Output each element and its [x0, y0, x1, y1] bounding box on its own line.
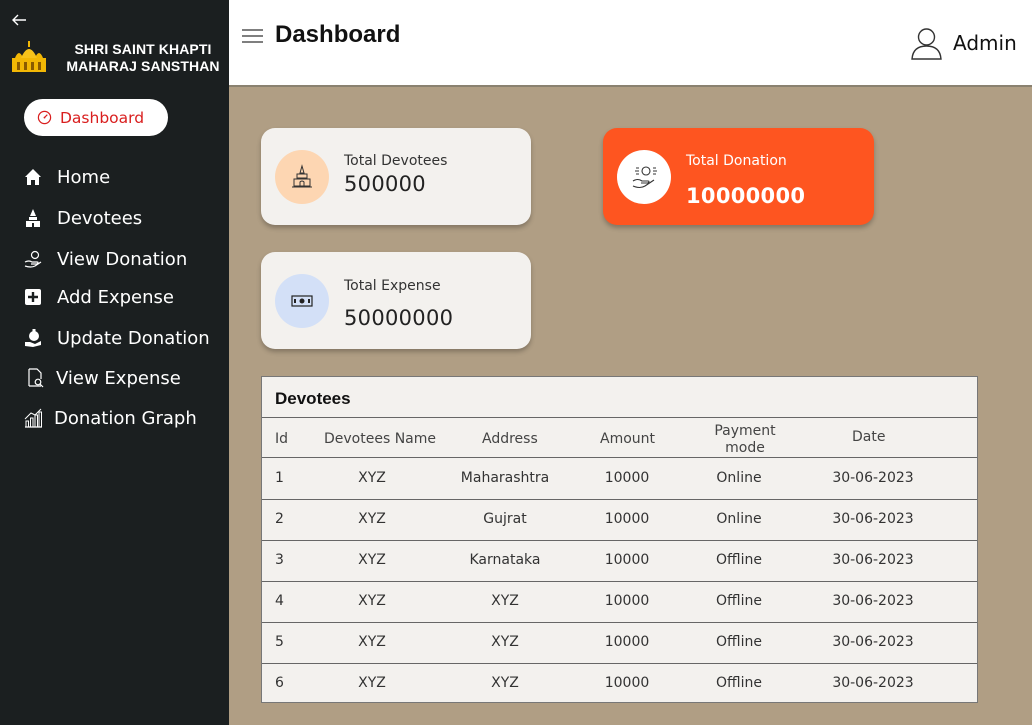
table-cell: Offline — [716, 552, 762, 568]
card-value: 500000 — [344, 172, 426, 196]
sidebar-item-update-donation[interactable]: Update Donation — [22, 327, 210, 349]
table-cell: 30-06-2023 — [832, 675, 914, 691]
temple-logo-icon — [12, 41, 46, 72]
bar-graph-icon — [22, 407, 44, 429]
sidebar: SHRI SAINT KHAPTI MAHARAJ SANSTHAN Dashb… — [0, 0, 229, 725]
column-header: Date — [852, 429, 886, 445]
divider — [262, 417, 977, 418]
table-row[interactable]: 6 XYZ XYZ 10000 Offline 30-06-2023 — [262, 663, 977, 704]
home-icon — [22, 166, 44, 188]
table-cell: Offline — [716, 593, 762, 609]
sidebar-item-donation-graph[interactable]: Donation Graph — [22, 407, 197, 429]
table-cell: Gujrat — [483, 511, 527, 527]
sidebar-item-label: Add Expense — [57, 286, 174, 308]
sidebar-item-label: Home — [57, 166, 111, 188]
sidebar-item-home[interactable]: Home — [22, 166, 110, 188]
donation-hand-icon — [22, 248, 44, 270]
table-cell: 4 — [275, 593, 284, 609]
table-cell: 10000 — [604, 675, 650, 691]
card-label: Total Devotees — [344, 153, 448, 169]
table-cell: Maharashtra — [460, 470, 550, 486]
total-donation-card: Total Donation 10000000 — [603, 128, 874, 225]
top-header: Dashboard Admin — [229, 0, 1032, 87]
table-cell: Offline — [716, 634, 762, 650]
total-expense-card: Total Expense 50000000 — [261, 252, 531, 349]
table-cell: 10000 — [604, 470, 650, 486]
table-cell: XYZ — [491, 634, 519, 650]
hamburger-menu-icon[interactable] — [242, 29, 263, 43]
brand: SHRI SAINT KHAPTI MAHARAJ SANSTHAN — [10, 40, 220, 74]
table-cell: 30-06-2023 — [832, 634, 914, 650]
table-cell: Offline — [716, 675, 762, 691]
sidebar-item-label: Devotees — [57, 207, 143, 229]
sidebar-item-devotees[interactable]: Devotees — [22, 207, 142, 229]
table-cell: XYZ — [358, 675, 386, 691]
sidebar-item-label: View Donation — [57, 248, 188, 270]
sidebar-item-label: Dashboard — [60, 108, 145, 127]
table-cell: 1 — [275, 470, 284, 486]
brand-line-2: MAHARAJ SANSTHAN — [66, 58, 220, 74]
column-header: Devotees Name — [324, 431, 437, 447]
table-cell: XYZ — [358, 552, 386, 568]
table-cell: XYZ — [358, 511, 386, 527]
temple-icon — [22, 207, 44, 229]
table-cell: 2 — [275, 511, 284, 527]
column-header: Payment mode — [714, 423, 776, 456]
table-cell: 30-06-2023 — [832, 511, 914, 527]
column-header: Amount — [600, 431, 656, 447]
table-cell: 30-06-2023 — [832, 470, 914, 486]
table-row[interactable]: 5 XYZ XYZ 10000 Offline 30-06-2023 — [262, 622, 977, 663]
sidebar-item-view-expense[interactable]: View Expense — [24, 367, 181, 389]
sidebar-item-label: Donation Graph — [54, 407, 197, 429]
temple-icon — [275, 150, 329, 204]
table-cell: 10000 — [604, 593, 650, 609]
sidebar-item-label: View Expense — [56, 367, 181, 389]
card-label: Total Expense — [344, 278, 441, 294]
table-cell: Online — [716, 511, 762, 527]
table-cell: 10000 — [604, 634, 650, 650]
money-bag-hand-icon — [22, 327, 44, 349]
donation-hand-icon — [617, 150, 671, 204]
user-icon[interactable] — [910, 26, 943, 60]
banknote-icon — [275, 274, 329, 328]
table-cell: 10000 — [604, 552, 650, 568]
card-value: 50000000 — [344, 306, 454, 330]
sidebar-item-dashboard[interactable]: Dashboard — [24, 99, 168, 136]
table-cell: 10000 — [604, 511, 650, 527]
table-cell: XYZ — [491, 593, 519, 609]
table-cell: 6 — [275, 675, 284, 691]
card-label: Total Donation — [686, 153, 787, 169]
table-cell: XYZ — [358, 470, 386, 486]
table-cell: XYZ — [358, 593, 386, 609]
card-value: 10000000 — [686, 184, 806, 208]
table-row[interactable]: 2 XYZ Gujrat 10000 Online 30-06-2023 — [262, 499, 977, 540]
page-title: Dashboard — [275, 21, 401, 48]
column-header: Address — [482, 431, 538, 447]
brand-name: SHRI SAINT KHAPTI MAHARAJ SANSTHAN — [58, 41, 228, 75]
table-cell: 5 — [275, 634, 284, 650]
back-arrow-icon[interactable] — [10, 11, 28, 29]
table-cell: Online — [716, 470, 762, 486]
document-search-icon — [24, 367, 46, 389]
table-cell: XYZ — [491, 675, 519, 691]
plus-square-icon — [22, 286, 44, 308]
table-cell: XYZ — [358, 634, 386, 650]
sidebar-item-add-expense[interactable]: Add Expense — [22, 286, 174, 308]
total-devotees-card: Total Devotees 500000 — [261, 128, 531, 225]
admin-username[interactable]: Admin — [953, 31, 1017, 55]
table-row[interactable]: 3 XYZ Karnataka 10000 Offline 30-06-2023 — [262, 540, 977, 581]
sidebar-item-view-donation[interactable]: View Donation — [22, 248, 187, 270]
table-title: Devotees — [275, 389, 351, 408]
speedometer-icon — [37, 110, 52, 125]
table-row[interactable]: 4 XYZ XYZ 10000 Offline 30-06-2023 — [262, 581, 977, 622]
table-cell: 30-06-2023 — [832, 552, 914, 568]
table-cell: 3 — [275, 552, 284, 568]
devotees-table: Devotees Id Devotees Name Address Amount… — [261, 376, 978, 703]
sidebar-item-label: Update Donation — [57, 327, 210, 349]
table-row[interactable]: 1 XYZ Maharashtra 10000 Online 30-06-2023 — [262, 458, 977, 499]
column-header: Id — [275, 431, 289, 447]
table-cell: Karnataka — [469, 552, 541, 568]
table-cell: 30-06-2023 — [832, 593, 914, 609]
brand-line-1: SHRI SAINT KHAPTI — [74, 41, 212, 57]
